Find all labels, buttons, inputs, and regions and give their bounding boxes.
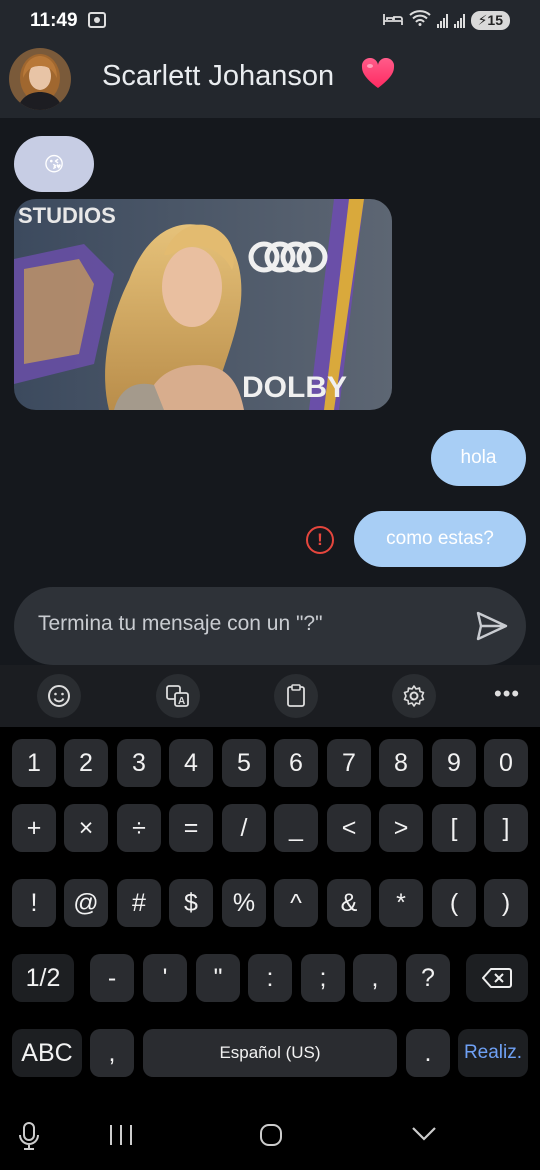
backspace-key[interactable] (466, 954, 528, 1002)
key-comma[interactable]: , (90, 1029, 134, 1077)
status-bar: 11:49 ⚡15 (0, 0, 540, 42)
key[interactable]: 4 (169, 739, 213, 787)
send-icon[interactable] (476, 611, 508, 646)
outgoing-message-failed[interactable]: como estas? (354, 511, 526, 567)
key[interactable]: " (196, 954, 240, 1002)
key[interactable]: ; (301, 954, 345, 1002)
key[interactable]: @ (64, 879, 108, 927)
key[interactable]: 0 (484, 739, 528, 787)
key[interactable]: # (117, 879, 161, 927)
key[interactable]: ( (432, 879, 476, 927)
settings-icon[interactable] (392, 674, 436, 718)
signal-icon-2 (453, 13, 465, 28)
key[interactable]: 1 (12, 739, 56, 787)
key[interactable]: ! (12, 879, 56, 927)
action-key-done[interactable]: Realiz. (458, 1029, 528, 1077)
translate-icon[interactable]: A (156, 674, 200, 718)
kiss-emoji: 😘 (43, 153, 65, 176)
message-input[interactable] (38, 612, 458, 636)
keyboard: A ••• 1 2 3 4 5 6 7 8 9 0 + × ÷ = / _ < … (0, 665, 540, 1105)
key[interactable]: / (222, 804, 266, 852)
microphone-icon[interactable] (18, 1121, 40, 1156)
incoming-message-emoji[interactable]: 😘 (14, 136, 94, 192)
key[interactable]: , (353, 954, 397, 1002)
key[interactable]: ) (484, 879, 528, 927)
keyboard-toolbar: A ••• (0, 665, 540, 727)
heart-icon (361, 57, 395, 95)
key[interactable]: 9 (432, 739, 476, 787)
key[interactable]: ^ (274, 879, 318, 927)
navigation-bar (0, 1105, 540, 1170)
space-key[interactable]: Español (US) (143, 1029, 397, 1077)
key[interactable]: 6 (274, 739, 318, 787)
chat-header: Scarlett Johanson (0, 42, 540, 118)
contact-name: Scarlett Johanson (102, 60, 335, 92)
more-icon[interactable]: ••• (494, 681, 520, 707)
key-fraction-page[interactable]: 1/2 (12, 954, 74, 1002)
back-chevron-down-icon[interactable] (411, 1125, 437, 1148)
message-composer (14, 587, 526, 665)
key[interactable]: 2 (64, 739, 108, 787)
backspace-icon (482, 968, 512, 988)
abc-key[interactable]: ABC (12, 1029, 82, 1077)
key[interactable]: ÷ (117, 804, 161, 852)
key[interactable]: < (327, 804, 371, 852)
key[interactable]: 3 (117, 739, 161, 787)
key[interactable]: ? (406, 954, 450, 1002)
key[interactable]: + (12, 804, 56, 852)
key[interactable]: * (379, 879, 423, 927)
message-text: hola (460, 447, 497, 468)
key[interactable]: > (379, 804, 423, 852)
key[interactable]: & (327, 879, 371, 927)
battery-indicator: ⚡15 (470, 11, 510, 30)
svg-text:STUDIOS: STUDIOS (18, 203, 116, 228)
key[interactable]: 7 (327, 739, 371, 787)
key[interactable]: [ (432, 804, 476, 852)
key[interactable]: ' (143, 954, 187, 1002)
key[interactable]: = (169, 804, 213, 852)
svg-text:A: A (178, 696, 185, 707)
error-icon[interactable]: ! (306, 526, 334, 554)
screenshot-icon (88, 12, 106, 28)
key[interactable]: % (222, 879, 266, 927)
bed-icon (382, 12, 403, 29)
key-period[interactable]: . (406, 1029, 450, 1077)
key[interactable]: _ (274, 804, 318, 852)
wifi-icon (408, 10, 431, 31)
recent-apps-icon[interactable] (108, 1124, 134, 1151)
clipboard-icon[interactable] (274, 674, 318, 718)
message-text: como estas? (386, 528, 494, 549)
svg-text:DOLBY: DOLBY (242, 371, 347, 404)
key[interactable]: - (90, 954, 134, 1002)
outgoing-message[interactable]: hola (431, 430, 526, 486)
key[interactable]: $ (169, 879, 213, 927)
incoming-message-image[interactable]: STUDIOS DOLBY (14, 199, 392, 410)
key[interactable]: : (248, 954, 292, 1002)
signal-icon (436, 13, 448, 28)
key[interactable]: 5 (222, 739, 266, 787)
key[interactable]: × (64, 804, 108, 852)
home-icon[interactable] (259, 1123, 283, 1152)
key[interactable]: 8 (379, 739, 423, 787)
key[interactable]: ] (484, 804, 528, 852)
status-time: 11:49 (30, 10, 78, 31)
emoji-icon[interactable] (37, 674, 81, 718)
avatar[interactable] (9, 48, 71, 110)
